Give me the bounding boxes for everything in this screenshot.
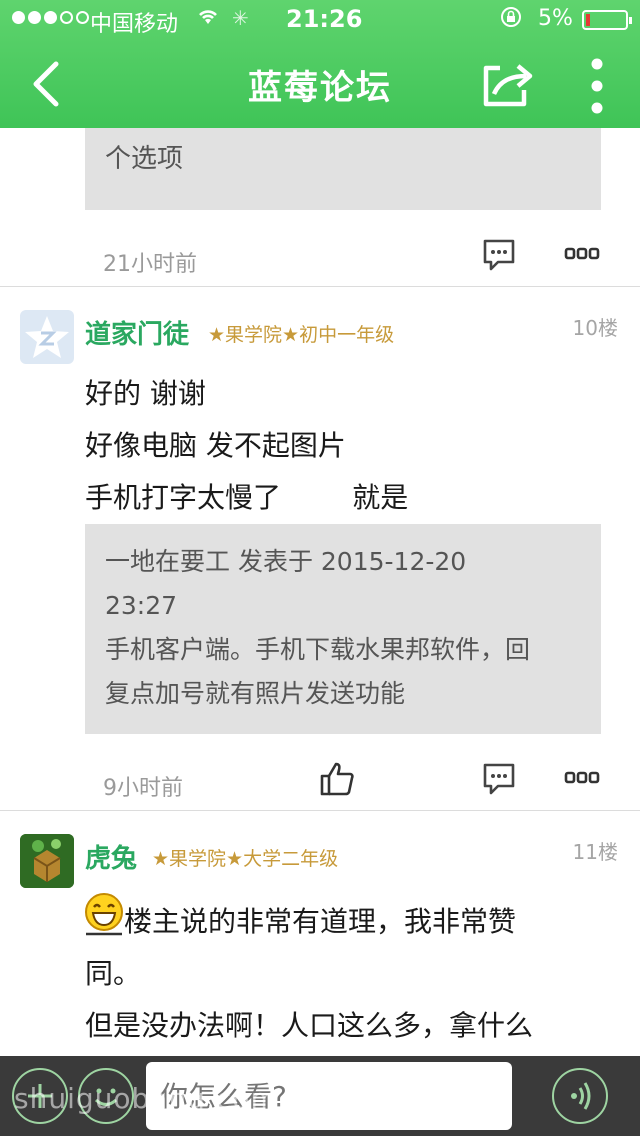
status-time: 21:26 <box>286 5 363 33</box>
thread-content[interactable]: 个选项 21小时前 道家门徒 ★果学院★初中一年级 10楼 好的 谢谢 好像电脑… <box>0 128 640 1056</box>
more-options-icon[interactable] <box>564 770 600 790</box>
comment-icon[interactable] <box>482 762 516 800</box>
quote-header: 一地在要工 发表于 2015-12-20 <box>105 547 467 576</box>
post-text-line: 楼主说的非常有道理，我非常赞 <box>124 905 517 938</box>
post-text-line: 好的 谢谢 <box>85 377 206 410</box>
floor-number: 10楼 <box>572 316 618 340</box>
post-time: 9小时前 <box>103 776 183 801</box>
post-text-line: 好像电脑 发不起图片 <box>85 429 346 462</box>
battery-percent: 5% <box>538 6 573 31</box>
nav-bar: 蓝莓论坛 <box>0 40 640 128</box>
post-divider <box>0 810 640 811</box>
activity-icon: ✳ <box>232 6 249 30</box>
user-rank: ★果学院★初中一年级 <box>208 324 395 346</box>
quote-header-time: 23:27 <box>105 591 178 620</box>
post-time: 21小时前 <box>103 252 197 277</box>
more-options-icon[interactable] <box>564 246 600 266</box>
post-text-line: 但是没办法啊！人口这么多，拿什么 <box>85 1009 534 1042</box>
post-divider <box>0 286 640 287</box>
rotation-lock-icon <box>500 6 522 33</box>
user-rank: ★果学院★大学二年级 <box>152 848 339 870</box>
header: 中国移动 ✳ 21:26 5% 蓝莓论坛 <box>0 0 640 128</box>
wifi-icon <box>196 5 220 33</box>
author-name[interactable]: 虎兔 <box>85 838 137 875</box>
quote-text: 个选项 <box>105 144 184 174</box>
quote-text: 复点加号就有照片发送功能 <box>105 679 406 708</box>
quote-block: 个选项 <box>85 128 601 210</box>
avatar[interactable] <box>20 834 74 888</box>
quote-cut-line <box>105 128 581 138</box>
author-name[interactable]: 道家门徒 <box>85 314 189 351</box>
quote-block: 一地在要工 发表于 2015-12-20 23:27 手机客户端。手机下载水果邦… <box>85 524 601 734</box>
more-icon[interactable] <box>580 56 614 116</box>
watermark: shuiguobang.com <box>14 1082 279 1115</box>
like-icon[interactable] <box>318 760 356 802</box>
battery-icon <box>582 10 632 30</box>
laughing-emoji-icon <box>84 892 124 942</box>
post-text-line: 手机打字太慢了 就是 <box>85 481 409 514</box>
forum-thread-screen: 中国移动 ✳ 21:26 5% 蓝莓论坛 个选项 21小时前 道家门徒 ★果学院… <box>0 0 640 1136</box>
avatar[interactable] <box>20 310 74 364</box>
signal-icon <box>12 11 89 24</box>
status-bar: 中国移动 ✳ 21:26 5% <box>0 0 640 40</box>
voice-input-button[interactable] <box>552 1068 608 1124</box>
post-text-line: 同。 <box>85 957 142 990</box>
share-icon[interactable] <box>478 60 538 110</box>
quote-text: 手机客户端。手机下载水果邦软件，回 <box>105 635 531 664</box>
carrier-label: 中国移动 <box>90 12 179 37</box>
floor-number: 11楼 <box>572 840 618 864</box>
page-title: 蓝莓论坛 <box>248 68 392 108</box>
comment-icon[interactable] <box>482 238 516 276</box>
